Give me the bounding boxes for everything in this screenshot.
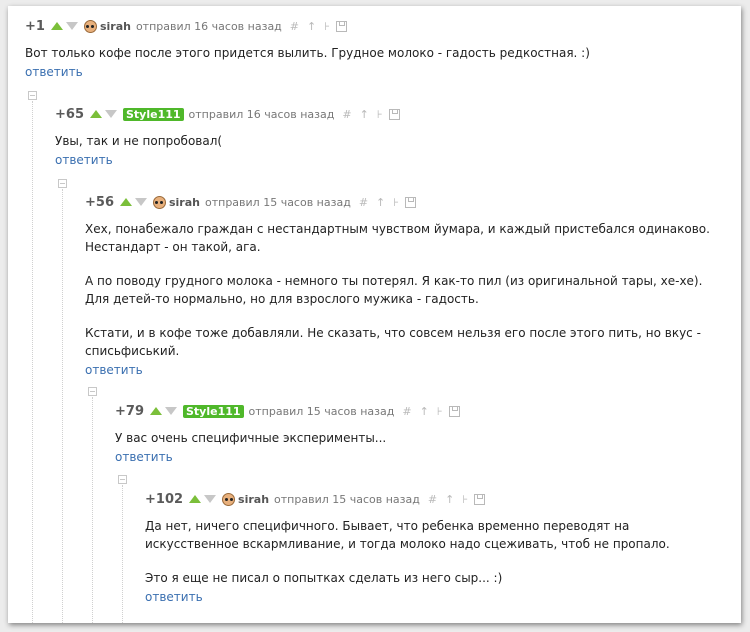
- permalink-icon[interactable]: #: [290, 20, 299, 33]
- reply-link[interactable]: ответить: [25, 65, 83, 79]
- comment-header: +65 Style111 отправил 16 часов назад # ↑…: [55, 105, 725, 123]
- permalink-icon[interactable]: #: [428, 493, 437, 506]
- parent-arrow-icon[interactable]: ↑: [420, 405, 429, 418]
- comment-body: У вас очень специфичные эксперименты...: [115, 429, 725, 447]
- comment-time: отправил 15 часов назад: [274, 492, 420, 506]
- thread-line: [32, 101, 33, 623]
- downvote-icon[interactable]: [65, 22, 78, 30]
- parent-arrow-icon[interactable]: ↑: [360, 108, 369, 121]
- comment-text: А по поводу грудного молока - немного ты…: [85, 274, 703, 306]
- comment-header: +79 Style111 отправил 15 часов назад # ↑…: [115, 402, 725, 420]
- branch-icon[interactable]: ⊦: [324, 20, 330, 33]
- comment-body: Да нет, ничего специфичного. Бывает, что…: [145, 517, 715, 587]
- branch-icon[interactable]: ⊦: [377, 108, 383, 121]
- branch-icon[interactable]: ⊦: [462, 493, 468, 506]
- comment-text: Кстати, и в кофе тоже добавляли. Не сказ…: [85, 326, 701, 358]
- author-name[interactable]: Style111: [182, 404, 244, 418]
- comment-body: Вот только кофе после этого придется выл…: [25, 44, 725, 62]
- save-icon[interactable]: [448, 405, 460, 417]
- downvote-icon[interactable]: [134, 198, 147, 206]
- comment-header: +56 sirah отправил 15 часов назад # ↑ ⊦: [85, 193, 725, 211]
- comment-rating: +56: [85, 194, 114, 210]
- branch-icon[interactable]: ⊦: [437, 405, 443, 418]
- branch-icon[interactable]: ⊦: [393, 196, 399, 209]
- permalink-icon[interactable]: #: [402, 405, 411, 418]
- comment-header: +102 sirah отправил 15 часов назад # ↑ ⊦: [145, 490, 715, 508]
- downvote-icon[interactable]: [204, 495, 217, 503]
- comment-rating: +79: [115, 403, 144, 419]
- comment-rating: +102: [145, 491, 184, 507]
- comment: +1 sirah отправил 16 часов назад # ↑ ⊦ В…: [25, 17, 725, 80]
- comment-text: Увы, так и не попробовал(: [55, 134, 223, 148]
- parent-arrow-icon[interactable]: ↑: [445, 493, 454, 506]
- save-icon[interactable]: [405, 196, 416, 208]
- permalink-icon[interactable]: #: [342, 108, 351, 121]
- comment-text: Вот только кофе после этого придется выл…: [25, 46, 590, 60]
- avatar[interactable]: [83, 19, 97, 33]
- reply-link[interactable]: ответить: [85, 363, 143, 377]
- reply-link[interactable]: ответить: [115, 450, 173, 464]
- collapse-toggle-icon[interactable]: [88, 387, 97, 396]
- comment: +102 sirah отправил 15 часов назад # ↑ ⊦…: [145, 490, 715, 605]
- downvote-icon[interactable]: [164, 407, 177, 415]
- author-name[interactable]: Style111: [122, 107, 184, 121]
- author-name[interactable]: sirah: [100, 20, 131, 33]
- upvote-icon[interactable]: [89, 110, 102, 118]
- avatar[interactable]: [222, 492, 236, 506]
- comment-text: У вас очень специфичные эксперименты...: [115, 431, 387, 445]
- thread-line: [62, 189, 63, 623]
- comment-text: Да нет, ничего специфичного. Бывает, что…: [145, 519, 670, 551]
- upvote-icon[interactable]: [119, 198, 132, 206]
- avatar[interactable]: [152, 195, 166, 209]
- author-name[interactable]: sirah: [169, 196, 200, 209]
- comment-time: отправил 16 часов назад: [188, 107, 335, 121]
- comment-rating: +65: [55, 106, 84, 122]
- comment: +56 sirah отправил 15 часов назад # ↑ ⊦ …: [85, 193, 725, 378]
- save-icon[interactable]: [474, 493, 486, 505]
- comment-rating: +1: [25, 18, 45, 34]
- comment-header: +1 sirah отправил 16 часов назад # ↑ ⊦: [25, 17, 725, 35]
- parent-arrow-icon[interactable]: ↑: [307, 20, 316, 33]
- save-icon[interactable]: [335, 20, 347, 32]
- thread-line: [122, 485, 123, 623]
- upvote-icon[interactable]: [189, 495, 202, 503]
- collapse-toggle-icon[interactable]: [58, 179, 67, 188]
- comment: +79 Style111 отправил 15 часов назад # ↑…: [115, 402, 725, 464]
- comment-body: Увы, так и не попробовал(: [55, 132, 725, 150]
- save-icon[interactable]: [388, 108, 400, 120]
- comments-panel: +1 sirah отправил 16 часов назад # ↑ ⊦ В…: [8, 6, 741, 623]
- collapse-toggle-icon[interactable]: [28, 91, 37, 100]
- collapse-toggle-icon[interactable]: [118, 475, 127, 484]
- upvote-icon[interactable]: [50, 22, 63, 30]
- parent-arrow-icon[interactable]: ↑: [376, 196, 385, 209]
- comment-text: Хех, понабежало граждан с нестандартным …: [85, 222, 710, 254]
- comment-time: отправил 15 часов назад: [248, 404, 395, 418]
- upvote-icon[interactable]: [149, 407, 162, 415]
- permalink-icon[interactable]: #: [359, 196, 368, 209]
- thread-line: [92, 397, 93, 623]
- comment-text: Это я еще не писал о попытках сделать из…: [145, 571, 503, 585]
- comment-time: отправил 16 часов назад: [135, 19, 282, 33]
- reply-link[interactable]: ответить: [55, 153, 113, 167]
- reply-link[interactable]: ответить: [145, 590, 203, 604]
- author-name[interactable]: sirah: [238, 493, 269, 506]
- downvote-icon[interactable]: [104, 110, 117, 118]
- comment-body: Хех, понабежало граждан с нестандартным …: [85, 220, 725, 360]
- comment-time: отправил 15 часов назад: [204, 195, 351, 209]
- comment: +65 Style111 отправил 16 часов назад # ↑…: [55, 105, 725, 167]
